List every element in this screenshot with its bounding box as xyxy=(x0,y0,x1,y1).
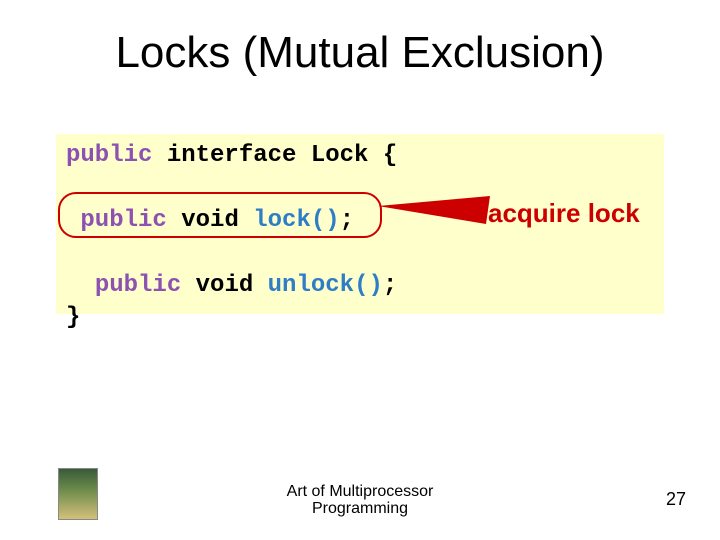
footer-caption: Art of Multiprocessor Programming xyxy=(0,483,720,518)
code-text: void xyxy=(181,272,267,299)
code-text: interface Lock { xyxy=(152,142,397,169)
code-line-3: public void unlock(); xyxy=(66,270,654,302)
code-line-4: } xyxy=(66,302,654,334)
code-indent xyxy=(66,272,95,299)
method-name-lock: lock() xyxy=(253,207,339,234)
keyword-public: public xyxy=(80,207,166,234)
slide: Locks (Mutual Exclusion) public interfac… xyxy=(0,0,720,540)
code-text: void xyxy=(167,207,253,234)
code-indent xyxy=(66,207,80,234)
code-text: ; xyxy=(383,272,397,299)
keyword-public: public xyxy=(95,272,181,299)
code-blank-line xyxy=(66,237,654,269)
footer-line-2: Programming xyxy=(312,500,408,517)
callout-label: acquire lock xyxy=(488,198,640,229)
page-number: 27 xyxy=(666,489,686,510)
code-line-1: public interface Lock { xyxy=(66,140,654,172)
method-name-unlock: unlock() xyxy=(268,272,383,299)
slide-title: Locks (Mutual Exclusion) xyxy=(0,28,720,78)
code-text: ; xyxy=(340,207,354,234)
keyword-public: public xyxy=(66,142,152,169)
footer-line-1: Art of Multiprocessor xyxy=(287,483,434,500)
